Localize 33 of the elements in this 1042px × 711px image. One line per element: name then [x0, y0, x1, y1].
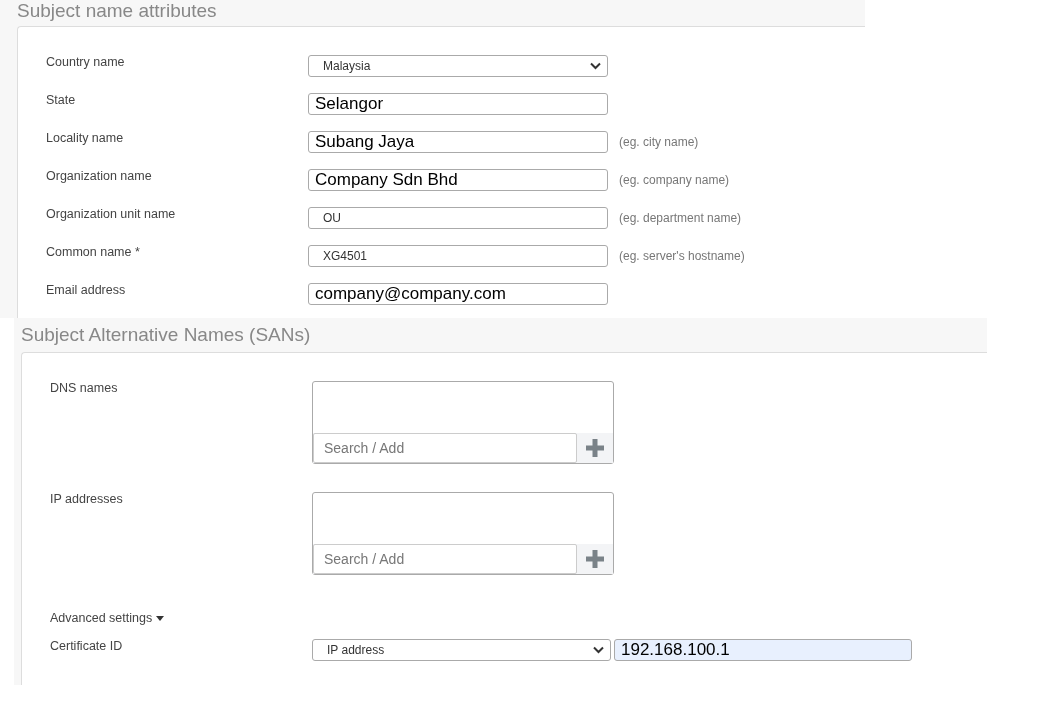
field-label: Certificate ID — [50, 639, 124, 653]
chevron-down-icon — [593, 646, 604, 654]
field-hint: (eg. company name) — [619, 173, 730, 187]
section-title: Subject Alternative Names (SANs) — [21, 323, 312, 347]
section-title: Subject name attributes — [17, 0, 218, 23]
field-label: IP addresses — [50, 492, 124, 508]
search-add-field[interactable]: Search / Add — [313, 433, 577, 463]
field-label: Country name — [46, 55, 126, 69]
field-hint: (eg. department name) — [619, 211, 742, 225]
certificate-id-field[interactable]: 192.168.100.1 — [614, 639, 912, 661]
field-hint: (eg. city name) — [619, 135, 699, 149]
field-label: Locality name — [46, 131, 125, 145]
text-field[interactable]: company@company.com — [308, 283, 608, 305]
field-label: Common name * — [46, 245, 141, 259]
text-field[interactable]: Selangor — [308, 93, 608, 115]
field-label: Organization unit name — [46, 207, 177, 221]
field-label: Email address — [46, 283, 127, 297]
chevron-down-icon — [590, 62, 601, 70]
certificate-type-select[interactable]: IP address — [312, 639, 611, 661]
text-field[interactable]: Company Sdn Bhd — [308, 169, 608, 191]
text-field[interactable]: XG4501 — [308, 245, 608, 267]
field-label: DNS names — [50, 381, 119, 397]
text-field[interactable]: Subang Jaya — [308, 131, 608, 153]
field-label: State — [46, 93, 77, 107]
plus-icon — [585, 438, 605, 458]
advanced-settings-toggle[interactable]: Advanced settings — [50, 611, 165, 625]
plus-icon — [585, 549, 605, 569]
field-label: Organization name — [46, 169, 153, 183]
country-select[interactable]: Malaysia — [308, 55, 608, 77]
text-field[interactable]: OU — [308, 207, 608, 229]
search-add-field[interactable]: Search / Add — [313, 544, 577, 574]
field-hint: (eg. server's hostname) — [619, 249, 745, 263]
caret-icon — [156, 615, 165, 621]
